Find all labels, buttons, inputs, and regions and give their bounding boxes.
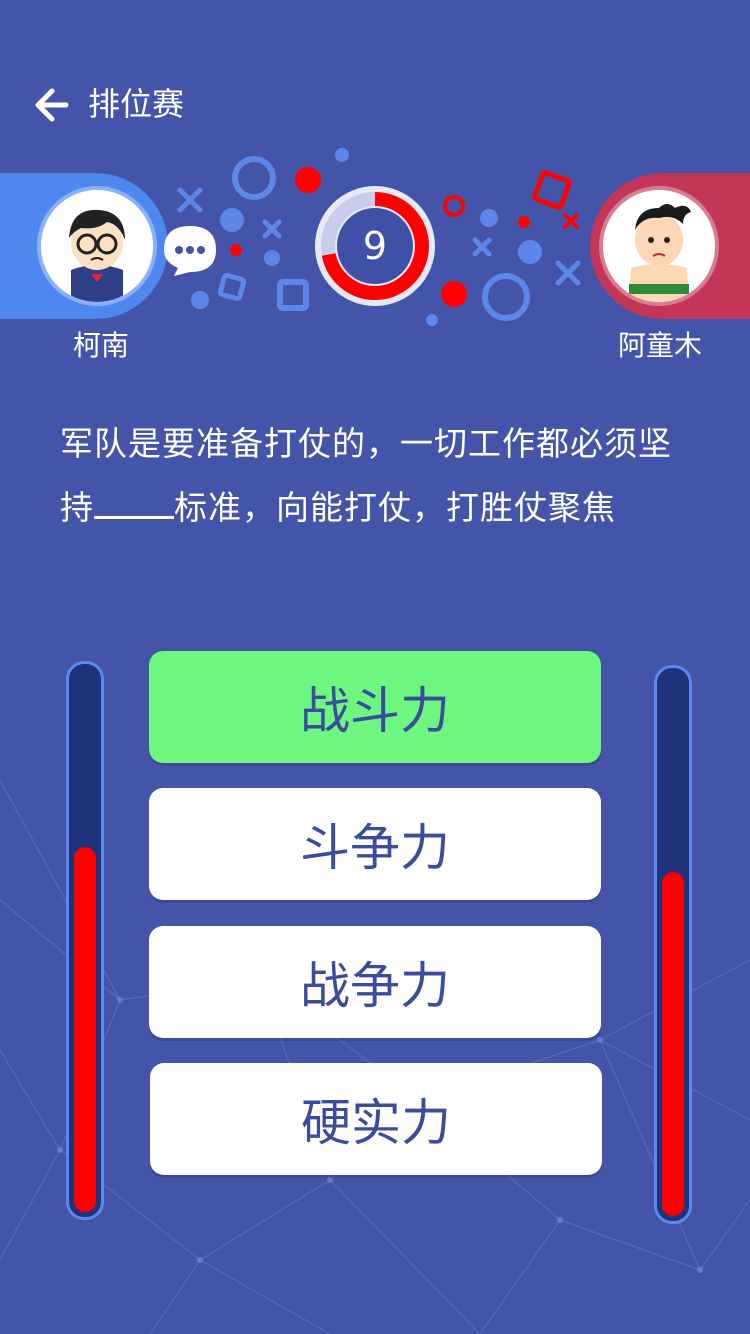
left-player-avatar[interactable]: [41, 190, 153, 302]
right-score-fill: [662, 872, 684, 1216]
right-player-avatar[interactable]: [603, 190, 715, 302]
answer-option-1[interactable]: 战斗力: [149, 651, 601, 763]
left-score-fill: [74, 847, 96, 1212]
answer-option-3[interactable]: 战争力: [149, 926, 601, 1038]
conan-avatar: [41, 190, 153, 302]
timer-value: 9: [362, 224, 388, 268]
question-part-2: 标准，向能打仗，打胜仗聚焦: [174, 488, 616, 527]
left-score-bar: [66, 661, 104, 1220]
right-player-name: 阿童木: [618, 329, 703, 362]
astro-boy-avatar: [603, 190, 715, 302]
question-text: 军队是要准备打仗的，一切工作都必须坚持 标准，向能打仗，打胜仗聚焦: [60, 412, 700, 540]
right-score-bar: [654, 665, 692, 1224]
arrow-left-icon: [35, 88, 69, 122]
chat-bubble-icon[interactable]: [158, 222, 220, 278]
left-player-name: 柯南: [73, 329, 130, 362]
back-button[interactable]: [30, 84, 72, 126]
question-blank: [94, 490, 174, 519]
page-title: 排位赛: [88, 85, 185, 123]
answer-option-2[interactable]: 斗争力: [149, 788, 601, 900]
answer-option-4[interactable]: 硬实力: [150, 1063, 602, 1175]
